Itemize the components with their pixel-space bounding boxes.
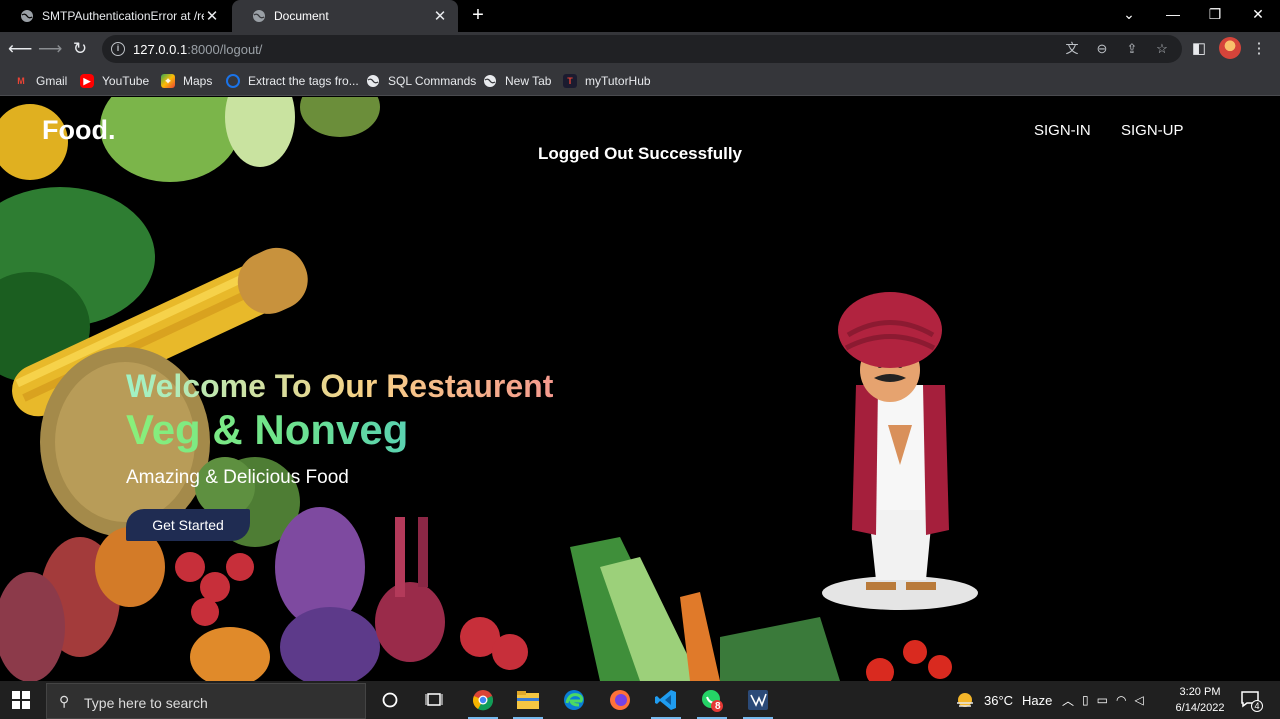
forward-arrow-icon[interactable]: ⟶: [38, 37, 62, 61]
url-path: :8000/logout/: [187, 42, 263, 57]
site-icon: [226, 74, 240, 88]
url-text[interactable]: 127.0.0.1:8000/logout/: [133, 42, 262, 57]
site-logo[interactable]: Food.: [42, 115, 115, 146]
globe-icon: [21, 10, 33, 22]
notifications-icon[interactable]: 4: [1240, 690, 1263, 712]
greeting-man-illustration: [822, 292, 978, 610]
close-tab-icon[interactable]: ✕: [432, 7, 448, 25]
share-icon[interactable]: ⇪: [1124, 41, 1140, 57]
get-started-button[interactable]: Get Started: [126, 509, 250, 541]
bookmark-new-tab[interactable]: New Tab: [483, 72, 551, 90]
back-arrow-icon[interactable]: ⟵: [8, 37, 32, 61]
search-icon: ⚲: [59, 693, 70, 709]
bookmark-gmail[interactable]: M Gmail: [14, 72, 67, 90]
system-tray-icons[interactable]: ︿ ▯ ▭ ◠ ◁: [1062, 681, 1152, 719]
weather-temp: 36°C: [984, 692, 1014, 708]
clock-date: 6/14/2022: [1175, 702, 1225, 714]
translate-icon[interactable]: 文: [1064, 41, 1080, 57]
vscode-icon[interactable]: [643, 681, 689, 719]
url-host: 127.0.0.1: [133, 42, 188, 57]
chrome-taskbar-icon[interactable]: [460, 681, 506, 719]
youtube-icon: ▶: [80, 74, 94, 88]
windows-start-icon[interactable]: [12, 691, 30, 709]
tab-search-chevron-icon[interactable]: ⌄: [1108, 0, 1150, 30]
bookmark-label: Gmail: [36, 74, 68, 88]
firefox-icon[interactable]: [597, 681, 643, 719]
file-explorer-icon[interactable]: [505, 681, 551, 719]
side-panel-icon[interactable]: ◧: [1189, 39, 1209, 59]
search-placeholder: Type here to search: [84, 695, 208, 711]
battery-icon[interactable]: ▭: [1097, 693, 1116, 707]
volume-icon[interactable]: ◁: [1134, 693, 1151, 707]
restore-button[interactable]: ❐: [1194, 0, 1236, 30]
weather-condition: Haze: [1022, 692, 1053, 708]
bookmarks-bar: M Gmail ▶ YouTube ⌖ Maps Extract the tag…: [0, 66, 1280, 96]
clock[interactable]: 3:20 PM 6/14/2022: [1170, 684, 1230, 716]
menu-kebab-icon[interactable]: ⋮: [1249, 39, 1269, 59]
bookmark-label: YouTube: [102, 74, 150, 88]
windows-taskbar: ⚲ Type here to search 8 36°C Haze ︿ ▯ ▭ …: [0, 681, 1280, 719]
bookmark-sql-commands[interactable]: SQL Commands: [366, 72, 476, 90]
weather-widget[interactable]: 36°C Haze: [955, 681, 1052, 719]
haze-sun-icon: [957, 693, 973, 707]
web-page: Food. SIGN-IN SIGN-UP Logged Out Success…: [0, 97, 1280, 681]
bookmark-label: myTutorHub: [585, 74, 651, 88]
device-icon[interactable]: ▯: [1082, 693, 1097, 707]
bookmark-label: SQL Commands: [388, 74, 477, 88]
maps-icon: ⌖: [161, 74, 175, 88]
tab-smtp-error[interactable]: SMTPAuthenticationError at /reg ✕: [0, 0, 230, 32]
bookmark-star-icon[interactable]: ☆: [1154, 41, 1170, 57]
show-hidden-icons-chevron-icon[interactable]: ︿: [1062, 692, 1082, 709]
globe-icon: [253, 10, 265, 22]
signup-link[interactable]: SIGN-UP: [1121, 122, 1184, 139]
tab-strip: SMTPAuthenticationError at /reg ✕ Docume…: [0, 0, 1280, 32]
bookmark-label: Extract the tags fro...: [248, 74, 359, 88]
whatsapp-badge: 8: [715, 701, 721, 712]
logout-message: Logged Out Successfully: [537, 144, 743, 163]
bookmark-youtube[interactable]: ▶ YouTube: [80, 72, 149, 90]
bookmark-label: Maps: [183, 74, 213, 88]
site-info-icon[interactable]: i: [111, 42, 125, 56]
taskbar-search-box[interactable]: ⚲ Type here to search: [46, 683, 366, 719]
signin-link[interactable]: SIGN-IN: [1034, 122, 1091, 139]
hero-tagline: Amazing & Delicious Food: [126, 467, 349, 488]
globe-icon: [367, 75, 379, 87]
notification-count: 4: [1251, 700, 1263, 712]
bookmark-mytutorhub[interactable]: T myTutorHub: [563, 72, 651, 90]
close-window-button[interactable]: ✕: [1237, 0, 1279, 30]
clock-time: 3:20 PM: [1179, 686, 1221, 698]
browser-toolbar: ⟵ ⟶ ↻ i 127.0.0.1:8000/logout/ 文 ⊖ ⇪ ☆ ◧…: [0, 32, 1280, 66]
hero-welcome: Welcome To Our Restaurent: [126, 368, 554, 404]
tab-title: Document: [274, 9, 329, 23]
mytutorhub-icon: T: [563, 74, 577, 88]
profile-avatar[interactable]: [1219, 37, 1241, 59]
globe-icon: [484, 75, 496, 87]
close-tab-icon[interactable]: ✕: [204, 7, 220, 25]
bookmark-maps[interactable]: ⌖ Maps: [161, 72, 212, 90]
tab-document[interactable]: Document ✕: [232, 0, 458, 32]
task-view-icon[interactable]: [411, 681, 457, 719]
sql-tool-icon[interactable]: [735, 681, 781, 719]
address-bar[interactable]: i 127.0.0.1:8000/logout/ 文 ⊖ ⇪ ☆: [102, 35, 1182, 63]
bookmark-extract-tags[interactable]: Extract the tags fro...: [226, 72, 359, 90]
whatsapp-icon[interactable]: 8: [689, 681, 735, 719]
zoom-icon[interactable]: ⊖: [1094, 41, 1110, 57]
edge-icon[interactable]: [551, 681, 597, 719]
bookmark-label: New Tab: [505, 74, 552, 88]
minimize-button[interactable]: —: [1152, 0, 1194, 30]
hero-headline: Veg & Nonveg: [126, 406, 409, 453]
gmail-icon: M: [17, 76, 25, 86]
wifi-icon[interactable]: ◠: [1116, 693, 1134, 707]
cortana-icon[interactable]: [367, 681, 413, 719]
reload-icon[interactable]: ↻: [68, 37, 92, 61]
tab-title: SMTPAuthenticationError at /reg: [42, 9, 204, 23]
new-tab-button[interactable]: +: [468, 5, 488, 27]
